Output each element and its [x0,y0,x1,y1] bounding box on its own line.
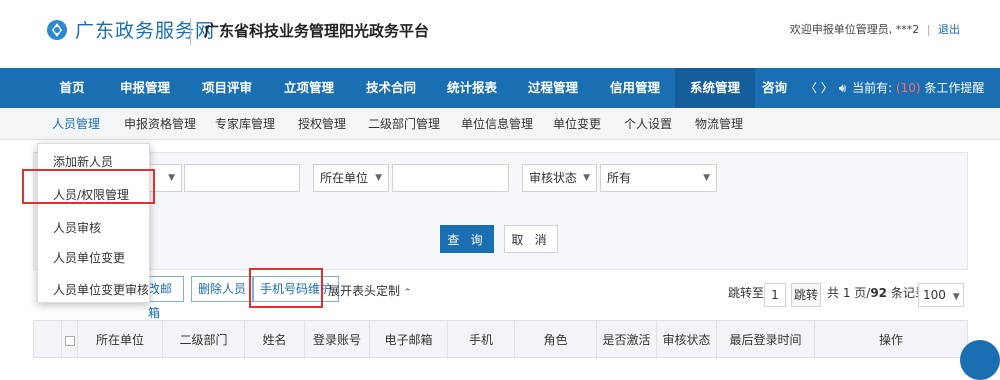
col-last-login[interactable]: 最后登录时间 [717,321,815,359]
page-summary: 共 1 页/92 条记录 [827,284,927,301]
col-active[interactable]: 是否激活 [597,321,657,359]
nav-item-consult[interactable]: 咨询 [762,68,802,108]
nav-item-review[interactable]: 项目评审 [192,68,262,108]
notice-count[interactable]: (10) [896,81,921,95]
col-unit[interactable]: 所在单位 [78,321,163,359]
col-audit-status[interactable]: 审核状态 [657,321,717,359]
chevron-down-icon: ▼ [168,173,175,183]
platform-title: 广东省科技业务管理阳光政务平台 [204,22,430,40]
notice-prev-icon[interactable]: 〈 [805,81,817,95]
table-header: 所在单位 二级部门 姓名 登录账号 电子邮箱 手机 角色 是否激活 审核状态 最… [33,320,968,359]
col-email[interactable]: 电子邮箱 [370,321,448,359]
expand-header-link[interactable]: 展开表头定制 ⌃ [328,282,411,299]
col-actions: 操作 [878,333,903,347]
chevron-down-icon: ▼ [703,173,710,183]
dropdown-item-unit-change-review[interactable]: 人员单位变更审核 [53,281,149,298]
logo-text: 广东政务服务网 [75,20,216,42]
logo-icon [47,19,67,40]
dropdown-item-review[interactable]: 人员审核 [53,219,101,236]
subnav-item-expert[interactable]: 专家库管理 [215,108,275,140]
col-role[interactable]: 角色 [515,321,597,359]
summary-prefix: 共 1 页/ [827,286,871,300]
notice-bar: 〈 〉 🔊︎ 当前有: (10) 条工作提醒 [805,68,984,108]
nav-item-contract[interactable]: 技术合同 [356,68,426,108]
notice-next-icon[interactable]: 〉 [821,81,833,95]
sub-nav: 人员管理 申报资格管理 专家库管理 授权管理 二级部门管理 单位信息管理 单位变… [0,108,1000,140]
status-value-select[interactable]: 所有 ▼ [600,164,717,192]
subnav-item-logistics[interactable]: 物流管理 [695,108,743,140]
chevron-down-icon: ▼ [375,173,382,183]
welcome-text: 欢迎申报单位管理员, [789,23,893,36]
select-all-checkbox[interactable] [62,321,78,359]
highlight-box-permissions [22,169,155,204]
cancel-button[interactable]: 取 消 [504,225,558,253]
chevron-down-icon: ▼ [583,173,590,183]
main-nav: 首页 申报管理 项目评审 立项管理 技术合同 统计报表 过程管理 信用管理 系统… [0,68,1000,108]
status-select-label: 审核状态 [529,171,578,185]
unit-select-label: 所在单位 [320,171,369,185]
chevron-down-icon: ▼ [952,292,960,302]
notice-prefix: 当前有: [852,81,893,95]
page-header: 广东政务服务网 广东省科技业务管理阳光政务平台 欢迎申报单位管理员, ***2 … [0,0,1000,68]
highlight-box-phone [249,268,323,308]
dropdown-item-unit-change[interactable]: 人员单位变更 [53,249,125,266]
total-count: 92 [870,286,888,300]
welcome-sep: | [926,23,931,36]
user-name: ***2 [895,23,920,36]
subnav-item-authorization[interactable]: 授权管理 [298,108,346,140]
page-input[interactable]: 1 [764,283,786,307]
user-welcome: 欢迎申报单位管理员, ***2 | 退出 [790,21,960,37]
subnav-item-personal[interactable]: 个人设置 [624,108,672,140]
delete-person-button[interactable]: 删除人员 [191,276,254,302]
chevron-up-icon: ⌃ [403,288,412,298]
speaker-icon: 🔊︎ [838,81,847,95]
nav-item-system[interactable]: 系统管理 [675,68,755,108]
unit-select[interactable]: 所在单位 ▼ [313,164,389,192]
header-blank [34,321,62,359]
header-divider [190,19,191,45]
nav-item-declaration[interactable]: 申报管理 [110,68,180,108]
dropdown-item-add[interactable]: 添加新人员 [53,153,113,170]
subnav-item-unit-info[interactable]: 单位信息管理 [461,108,533,140]
page-size-value: 100 [923,288,946,302]
subnav-item-unit-change[interactable]: 单位变更 [553,108,601,140]
subnav-item-department[interactable]: 二级部门管理 [368,108,440,140]
floating-help-button[interactable] [960,340,1000,380]
logout-link[interactable]: 退出 [938,23,960,36]
col-name[interactable]: 姓名 [245,321,305,359]
nav-item-process[interactable]: 过程管理 [518,68,588,108]
subnav-item-personnel[interactable]: 人员管理 [52,108,100,140]
filter-input-1[interactable] [184,164,300,192]
expand-label: 展开表头定制 [328,284,401,298]
subnav-item-qualification[interactable]: 申报资格管理 [124,108,196,140]
nav-item-statistics[interactable]: 统计报表 [437,68,507,108]
personnel-dropdown: 添加新人员 人员/权限管理 人员审核 人员单位变更 人员单位变更审核 [37,143,150,303]
status-value: 所有 [607,171,632,185]
status-select[interactable]: 审核状态 ▼ [522,164,597,192]
query-button[interactable]: 查 询 [440,225,494,253]
unit-input[interactable] [392,164,509,192]
col-account[interactable]: 登录账号 [305,321,370,359]
nav-item-approval[interactable]: 立项管理 [275,68,343,108]
jump-label: 跳转至 [728,286,765,300]
col-department[interactable]: 二级部门 [163,321,245,359]
nav-item-home[interactable]: 首页 [42,68,102,108]
page-size-select[interactable]: 100 ▼ [918,283,964,307]
jump-button[interactable]: 跳转 [791,283,821,307]
notice-suffix: 条工作提醒 [924,81,985,95]
col-phone[interactable]: 手机 [448,321,515,359]
nav-item-credit[interactable]: 信用管理 [600,68,670,108]
